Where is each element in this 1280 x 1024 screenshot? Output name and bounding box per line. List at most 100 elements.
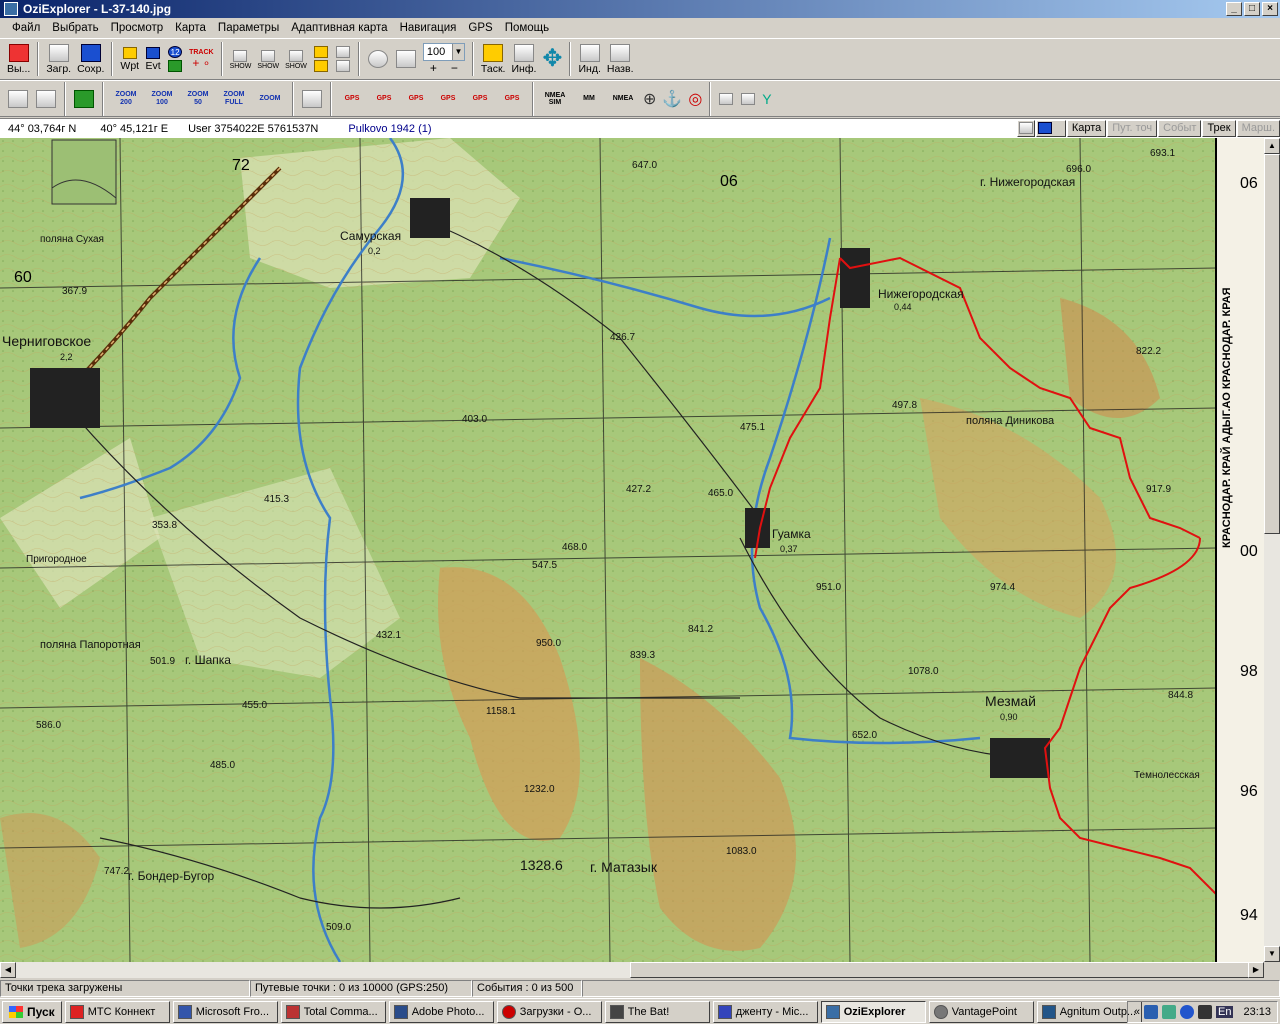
show-route-button[interactable]: SHOW: [257, 49, 279, 70]
gps-events-button[interactable]: GPS: [499, 95, 525, 103]
menu-settings[interactable]: Параметры: [212, 20, 285, 36]
index-button[interactable]: Инд.: [578, 43, 601, 75]
menu-gps[interactable]: GPS: [462, 20, 498, 36]
language-indicator[interactable]: En: [1216, 1006, 1234, 1018]
scroll-right-button[interactable]: ▶: [1248, 962, 1264, 978]
minimize-button[interactable]: _: [1226, 2, 1242, 16]
grid-button[interactable]: [313, 45, 329, 73]
zoom-100-button[interactable]: ZOOM 100: [147, 91, 177, 107]
graph-button[interactable]: [740, 92, 756, 106]
show-map-button[interactable]: SHOW: [285, 49, 307, 70]
save-map-button[interactable]: [1035, 120, 1066, 137]
gps-track-download-button[interactable]: GPS: [467, 95, 493, 103]
network-icon[interactable]: [1144, 1005, 1158, 1019]
windows-button[interactable]: [395, 49, 417, 69]
anchor-button[interactable]: ⚓: [662, 89, 682, 109]
antenna-button[interactable]: Y: [762, 91, 771, 107]
zoom-out-button[interactable]: −: [451, 61, 458, 75]
zoom-box-button[interactable]: ZOOM: [255, 95, 285, 103]
gps-track-upload-button[interactable]: GPS: [435, 95, 461, 103]
tab-track[interactable]: Трек: [1202, 120, 1236, 137]
vertical-scroll-thumb[interactable]: [1264, 154, 1280, 534]
save-button[interactable]: Сохр.: [77, 43, 104, 75]
menu-help[interactable]: Помощь: [499, 20, 555, 36]
menu-adaptive-map[interactable]: Адаптивная карта: [285, 20, 393, 36]
load-button[interactable]: Загр.: [46, 43, 71, 75]
grid-number-right-94: 94: [1240, 907, 1258, 924]
zoom-50-button[interactable]: ZOOM 50: [183, 91, 213, 107]
nmea-button[interactable]: NMEA: [609, 95, 637, 102]
gps-waypoints-download-button[interactable]: GPS: [371, 95, 397, 103]
height-label: 432.1: [376, 630, 401, 641]
waypoint-count-button[interactable]: 12: [167, 45, 183, 73]
zoom-full-button[interactable]: ZOOM FULL: [219, 91, 249, 107]
task-frontpage[interactable]: Microsoft Fro...: [172, 1000, 278, 1023]
map-image-button[interactable]: [1016, 120, 1035, 137]
zoom-200-button[interactable]: ZOOM 200: [111, 91, 141, 107]
gps-waypoints-upload-button[interactable]: GPS: [339, 95, 365, 103]
show-track-button[interactable]: SHOW: [230, 49, 251, 70]
task-label: Total Comma...: [303, 1005, 378, 1018]
task-opera[interactable]: Загрузки - О...: [496, 1000, 602, 1023]
close-button[interactable]: ×: [1262, 2, 1278, 16]
tab-route[interactable]: Марш.: [1236, 120, 1280, 137]
menu-select[interactable]: Выбрать: [46, 20, 104, 36]
place-prigorodnoe: Пригородное: [26, 554, 87, 565]
event-button[interactable]: Evt: [145, 46, 161, 72]
clear-button[interactable]: [35, 89, 57, 109]
task-vantagepoint[interactable]: VantagePoint: [928, 1000, 1034, 1023]
find-button[interactable]: [367, 49, 389, 69]
horizontal-scroll-thumb[interactable]: [630, 962, 1250, 978]
waypoint-button[interactable]: Wpt: [120, 46, 139, 72]
measure-icon: [335, 60, 350, 72]
maximize-button[interactable]: □: [1244, 2, 1260, 16]
task-button[interactable]: Таск.: [481, 43, 505, 75]
sync-icon[interactable]: [1162, 1005, 1176, 1019]
main-toolbar: Вы... Загр. Сохр. Wpt Evt 12 TRACK + ∘ SH…: [0, 38, 1280, 80]
vertical-scrollbar[interactable]: ▲ ▼: [1264, 138, 1280, 962]
tab-map[interactable]: Карта: [1066, 120, 1107, 137]
task-oziexplorer[interactable]: OziExplorer: [820, 1000, 926, 1023]
tab-waypoints[interactable]: Пут. точ: [1107, 120, 1158, 137]
start-button[interactable]: Пуск: [2, 1000, 62, 1023]
nmea-sim-button[interactable]: NMEA SIM: [541, 92, 569, 106]
topo-map[interactable]: 72 06 06 00 98 96 94 60 КРАСНОДАР. КРАЙ …: [0, 138, 1264, 962]
floppy-icon: [80, 44, 101, 62]
alarm-button[interactable]: ◎: [688, 89, 702, 109]
map-view[interactable]: 72 06 06 00 98 96 94 60 КРАСНОДАР. КРАЙ …: [0, 138, 1264, 962]
scroll-up-button[interactable]: ▲: [1264, 138, 1280, 154]
zoom-in-button[interactable]: +: [430, 61, 437, 75]
app-tray-icon[interactable]: [1198, 1005, 1212, 1019]
task-photoshop[interactable]: Adobe Photo...: [388, 1000, 494, 1023]
task-the-bat[interactable]: The Bat!: [604, 1000, 710, 1023]
gps-routes-button[interactable]: GPS: [403, 95, 429, 103]
tab-events[interactable]: Событ: [1158, 120, 1202, 137]
ruler-button[interactable]: [7, 89, 29, 109]
zoom-combo[interactable]: 100 ▼: [422, 43, 465, 61]
move-map-button[interactable]: [73, 89, 95, 109]
menu-view[interactable]: Просмотр: [105, 20, 170, 36]
scroll-down-button[interactable]: ▼: [1264, 946, 1280, 962]
scroll-left-button[interactable]: ◀: [0, 962, 16, 978]
menu-navigation[interactable]: Навигация: [394, 20, 463, 36]
track-button[interactable]: TRACK + ∘: [189, 49, 214, 70]
line-button[interactable]: [335, 45, 351, 73]
exit-button[interactable]: Вы...: [7, 43, 30, 75]
task-mts[interactable]: МТС Коннект: [64, 1000, 170, 1023]
menu-file[interactable]: Файл: [6, 20, 46, 36]
task-total-commander[interactable]: Total Comma...: [280, 1000, 386, 1023]
print-button[interactable]: [301, 89, 323, 109]
names-button[interactable]: Назв.: [607, 43, 634, 75]
task-word[interactable]: дженту - Mic...: [712, 1000, 818, 1023]
info-button[interactable]: Инф.: [511, 43, 536, 75]
pan-button[interactable]: ✥: [542, 42, 562, 76]
target-button[interactable]: ⊕: [643, 89, 656, 109]
moving-map-button[interactable]: MM: [575, 95, 603, 102]
vantagepoint-icon: [933, 1004, 948, 1019]
tray-expand-icon[interactable]: «: [1134, 1006, 1140, 1018]
help-icon[interactable]: [1180, 1005, 1194, 1019]
menu-map[interactable]: Карта: [169, 20, 212, 36]
m2-button[interactable]: [718, 92, 734, 106]
info-icon: [513, 44, 534, 62]
horizontal-scrollbar[interactable]: ◀ ▶: [0, 962, 1264, 978]
